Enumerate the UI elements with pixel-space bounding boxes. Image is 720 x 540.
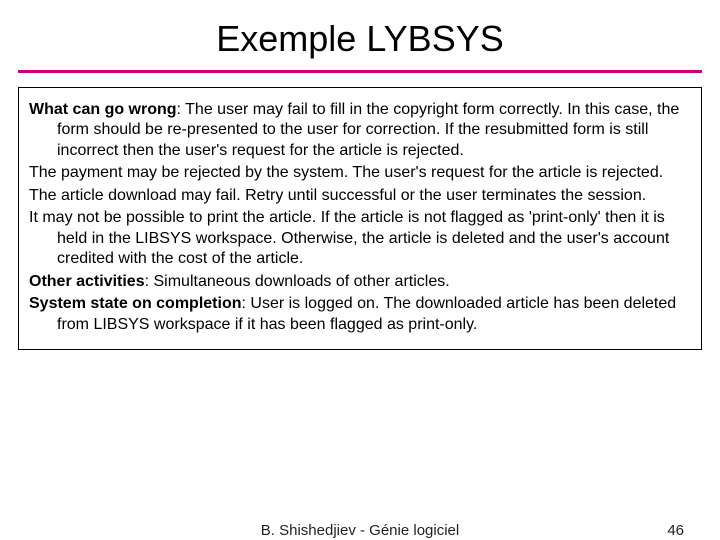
paragraph-text: The payment may be rejected by the syste… bbox=[29, 164, 663, 181]
slide-title: Exemple LYBSYS bbox=[0, 0, 720, 70]
paragraph: The article download may fail. Retry unt… bbox=[29, 186, 691, 206]
paragraph: The payment may be rejected by the syste… bbox=[29, 163, 691, 183]
title-rule bbox=[18, 70, 702, 73]
paragraph: It may not be possible to print the arti… bbox=[29, 208, 691, 269]
paragraph: Other activities: Simultaneous downloads… bbox=[29, 272, 691, 292]
lead-label: What can go wrong bbox=[29, 101, 177, 118]
paragraph-text: The article download may fail. Retry unt… bbox=[29, 187, 646, 204]
paragraph-text: It may not be possible to print the arti… bbox=[29, 209, 669, 267]
content-box: What can go wrong: The user may fail to … bbox=[18, 87, 702, 350]
paragraph-text: : Simultaneous downloads of other articl… bbox=[145, 273, 450, 290]
lead-label: Other activities bbox=[29, 273, 145, 290]
paragraph: System state on completion: User is logg… bbox=[29, 294, 691, 335]
footer-page-number: 46 bbox=[667, 522, 684, 539]
lead-label: System state on completion bbox=[29, 295, 242, 312]
footer-author: B. Shishedjiev - Génie logiciel bbox=[0, 522, 720, 539]
paragraph: What can go wrong: The user may fail to … bbox=[29, 100, 691, 161]
